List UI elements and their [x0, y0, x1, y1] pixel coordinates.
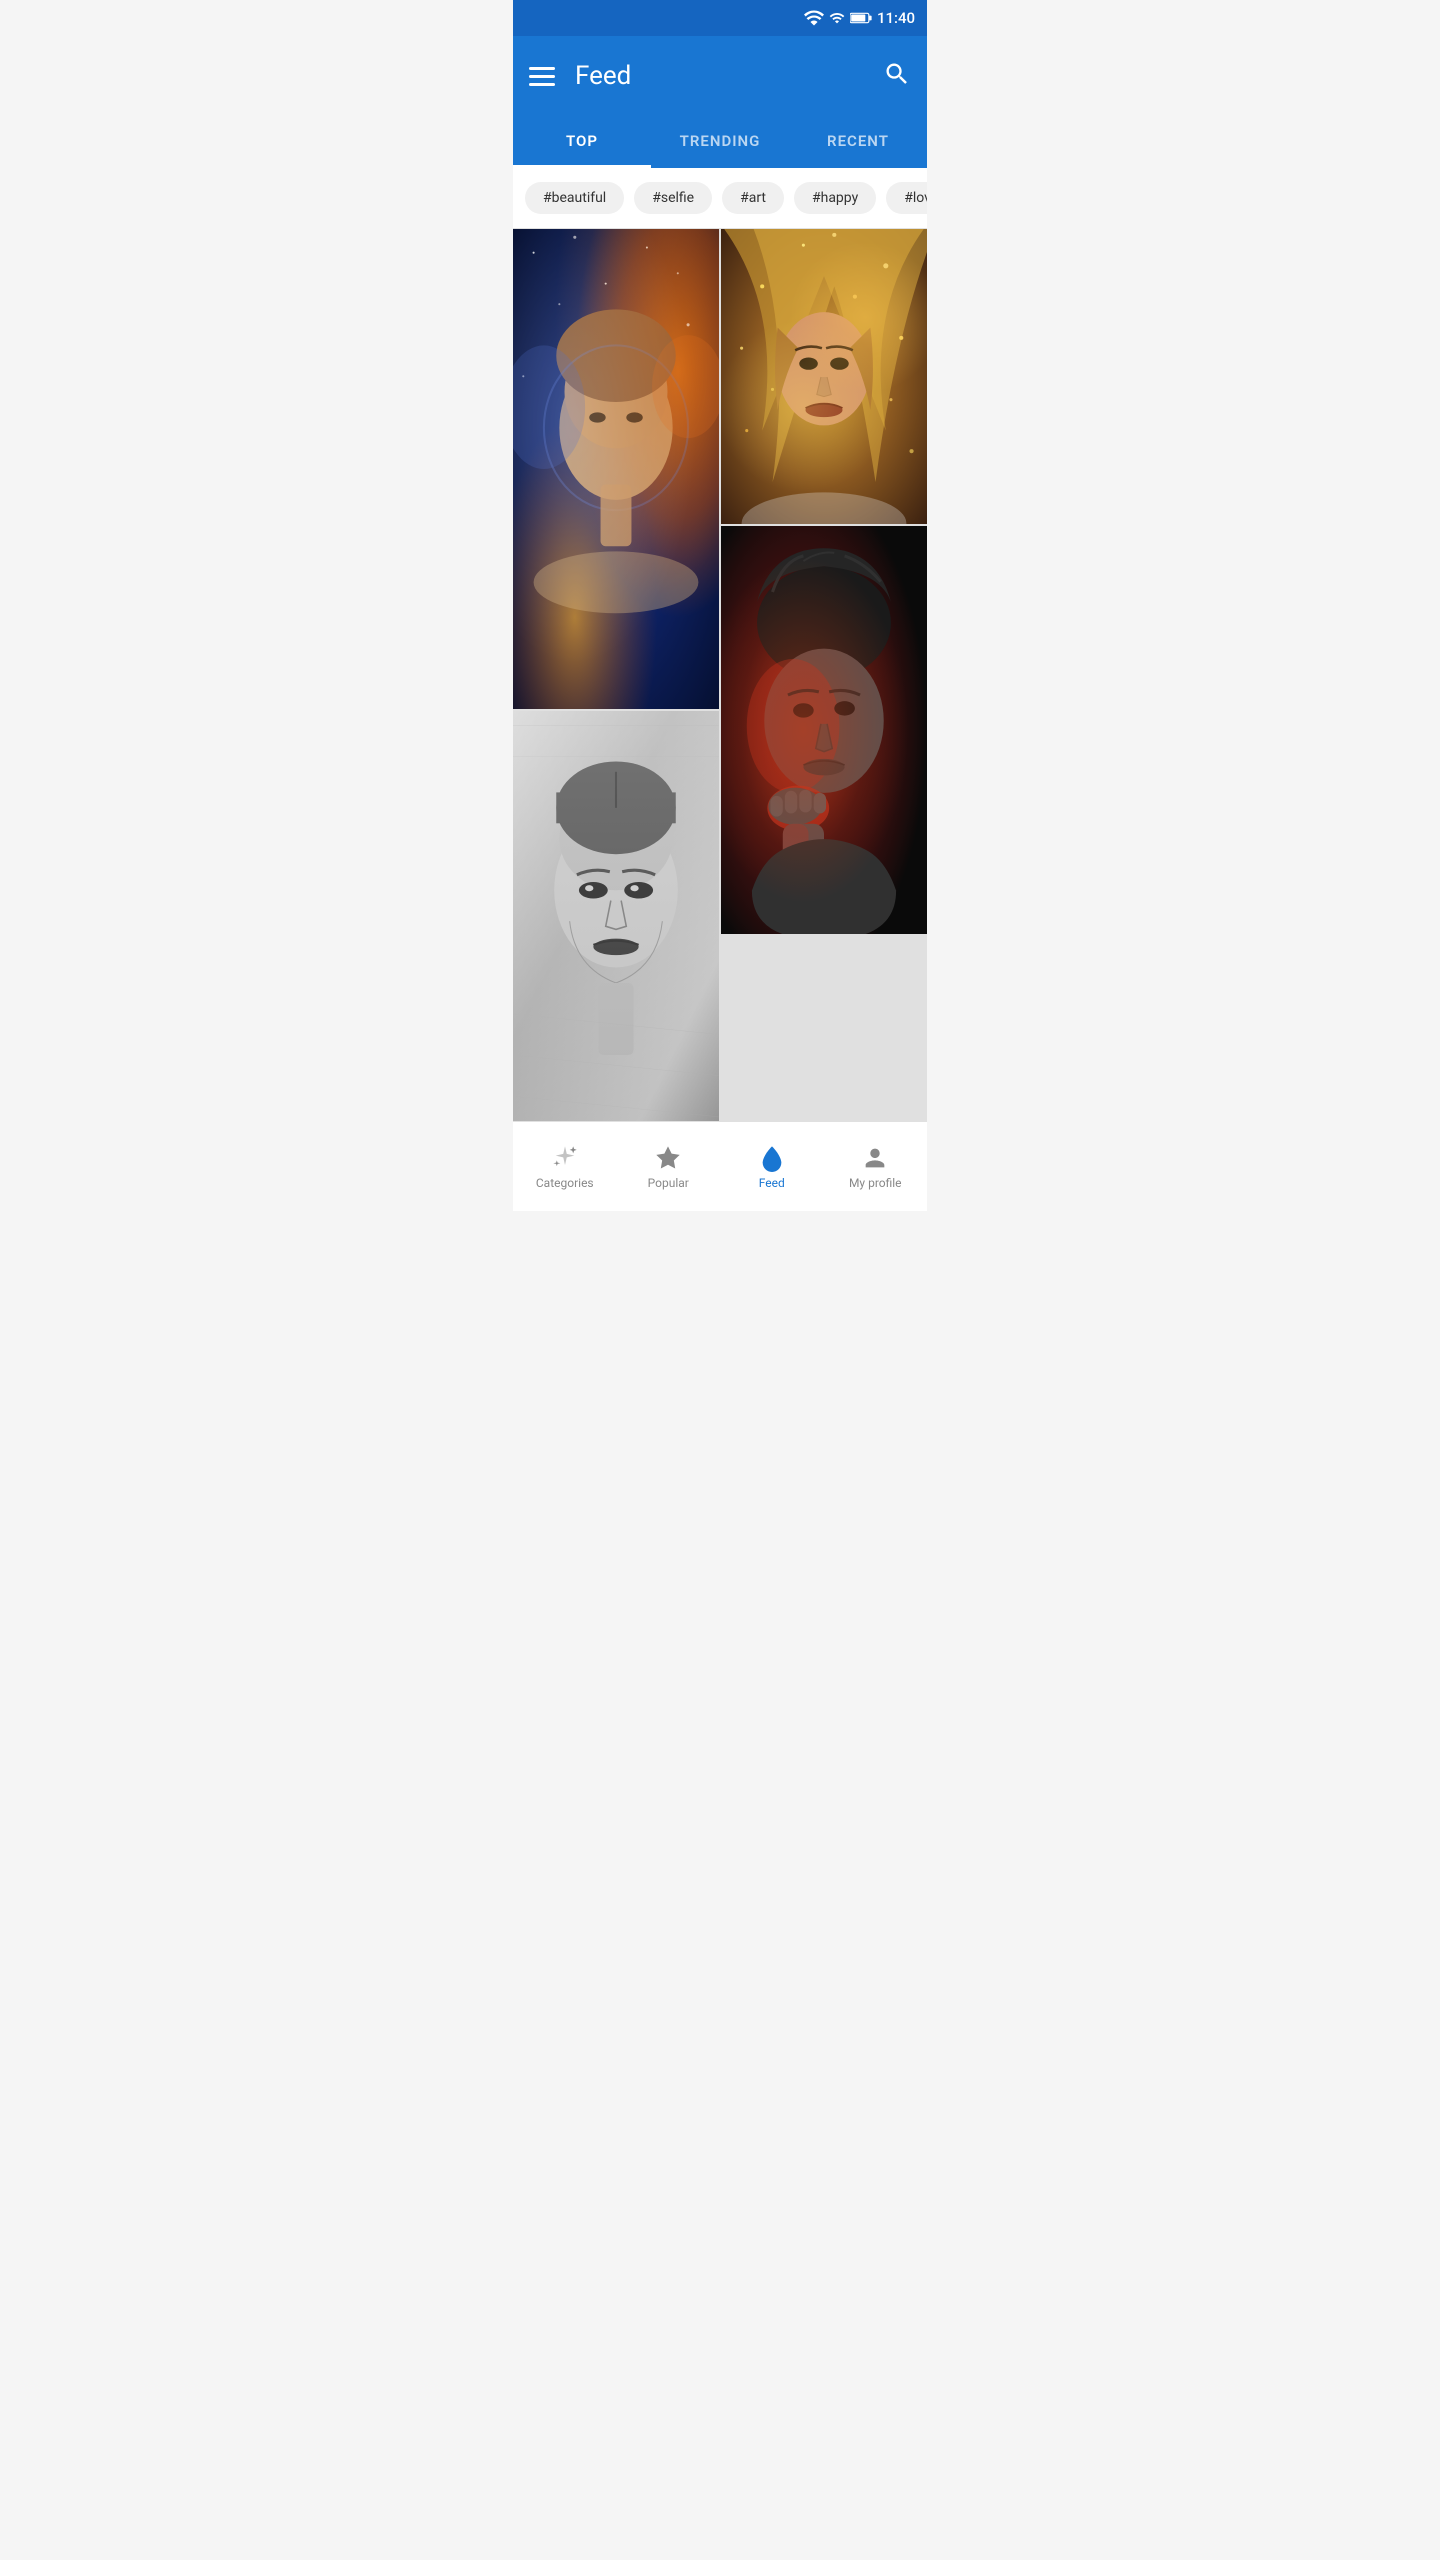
menu-line-2	[529, 75, 555, 78]
nav-categories[interactable]: Categories	[513, 1136, 617, 1198]
cosmic-woman-art	[513, 229, 719, 709]
app-title: Feed	[575, 61, 631, 91]
status-icons: 11:40	[804, 9, 915, 27]
sparkles-icon	[551, 1144, 579, 1172]
image-item-cosmic-woman[interactable]	[513, 229, 719, 709]
image-item-glitter-woman[interactable]	[721, 229, 927, 524]
time-display: 11:40	[877, 9, 915, 27]
hashtag-happy[interactable]: #happy	[794, 182, 876, 214]
nav-popular[interactable]: Popular	[617, 1136, 721, 1198]
search-icon	[883, 60, 911, 88]
nav-feed[interactable]: Feed	[720, 1136, 824, 1198]
tab-recent[interactable]: RECENT	[789, 116, 927, 166]
app-bar-left: Feed	[529, 61, 631, 91]
nav-my-profile[interactable]: My profile	[824, 1136, 928, 1198]
hashtag-art[interactable]: #art	[722, 182, 784, 214]
image-grid	[513, 229, 927, 1121]
tab-bar: TOP TRENDING RECENT	[513, 116, 927, 168]
search-button[interactable]	[883, 60, 911, 92]
menu-button[interactable]	[529, 67, 555, 86]
glitter-woman-art	[721, 229, 927, 524]
hashtag-row: #beautiful #selfie #art #happy #love	[513, 168, 927, 229]
nav-categories-label: Categories	[536, 1176, 594, 1190]
red-man-art	[721, 526, 927, 934]
hashtag-selfie[interactable]: #selfie	[634, 182, 712, 214]
app-bar: Feed	[513, 36, 927, 116]
star-icon	[654, 1144, 682, 1172]
menu-line-3	[529, 83, 555, 86]
bottom-nav: Categories Popular Feed My profile	[513, 1121, 927, 1211]
sketch-woman-art	[513, 711, 719, 1121]
nav-feed-label: Feed	[759, 1176, 785, 1190]
hashtag-love[interactable]: #love	[886, 182, 927, 214]
battery-icon	[850, 11, 872, 25]
wifi-icon	[804, 10, 824, 26]
nav-popular-label: Popular	[648, 1176, 689, 1190]
drop-icon	[758, 1144, 786, 1172]
image-item-sketch-woman[interactable]	[513, 711, 719, 1121]
status-bar: 11:40	[513, 0, 927, 36]
nav-my-profile-label: My profile	[849, 1176, 902, 1190]
image-item-red-man[interactable]	[721, 526, 927, 934]
menu-line-1	[529, 67, 555, 70]
tab-trending[interactable]: TRENDING	[651, 116, 789, 166]
signal-icon	[829, 10, 845, 26]
tab-top[interactable]: TOP	[513, 116, 651, 166]
person-icon	[861, 1144, 889, 1172]
hashtag-beautiful[interactable]: #beautiful	[525, 182, 624, 214]
